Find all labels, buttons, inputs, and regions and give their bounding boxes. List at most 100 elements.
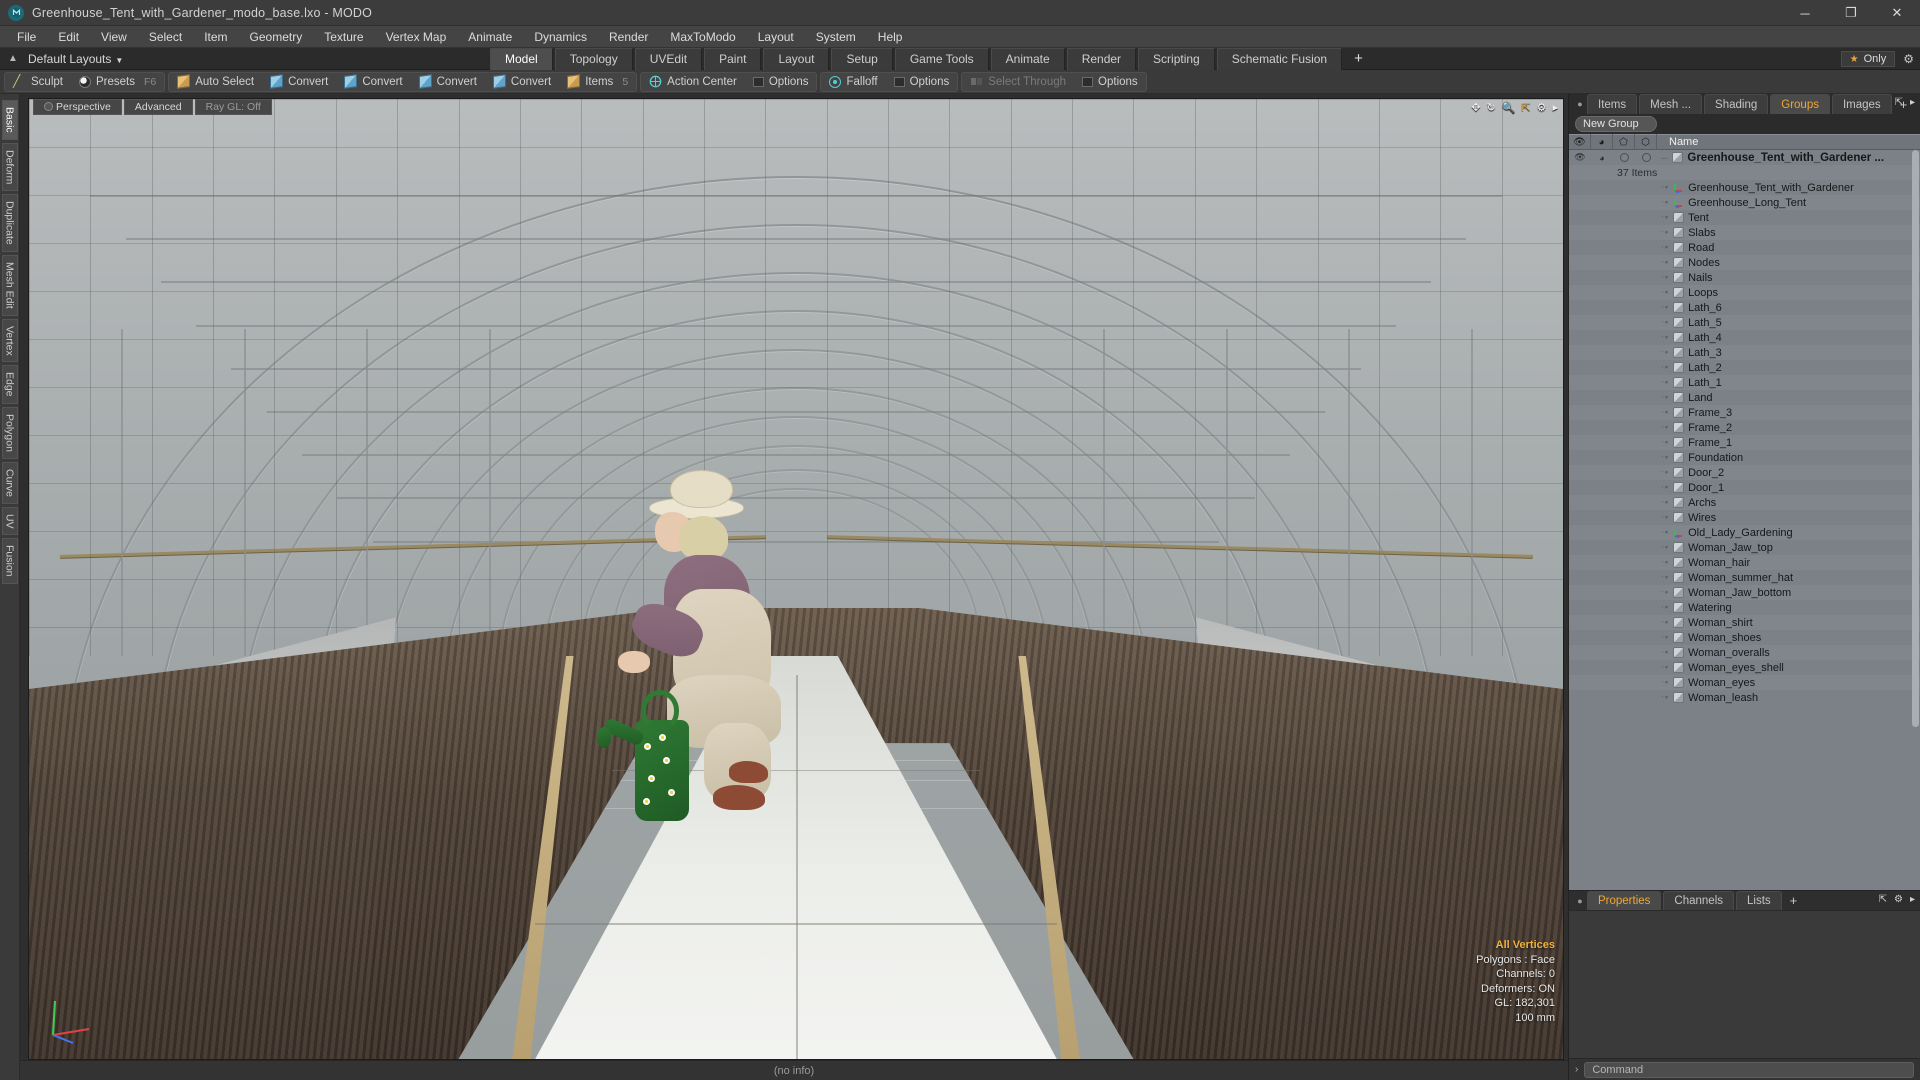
row-visibility-toggle[interactable]	[1569, 180, 1591, 195]
row-shade-toggle[interactable]	[1635, 150, 1657, 165]
row-render-toggle[interactable]	[1591, 270, 1613, 285]
rail-tab-edge[interactable]: Edge	[1, 365, 18, 404]
row-wire-toggle[interactable]	[1613, 645, 1635, 660]
default-layouts-dropdown[interactable]: Default Layouts ▼	[28, 52, 123, 66]
row-wire-toggle[interactable]	[1613, 315, 1635, 330]
chevron-right-icon[interactable]: ▸	[1552, 101, 1558, 114]
rail-tab-mesh-edit[interactable]: Mesh Edit	[1, 254, 18, 316]
row-wire-toggle[interactable]	[1613, 570, 1635, 585]
row-shade-toggle[interactable]	[1635, 675, 1657, 690]
col-shading-icon[interactable]: ⬡	[1635, 134, 1657, 150]
row-render-toggle[interactable]	[1591, 360, 1613, 375]
row-shade-toggle[interactable]	[1635, 210, 1657, 225]
row-render-toggle[interactable]	[1591, 660, 1613, 675]
new-group-button[interactable]: New Group	[1575, 116, 1657, 132]
row-wire-toggle[interactable]	[1613, 270, 1635, 285]
item-row-root[interactable]: 👁 ◕ ─ Greenhouse_Tent_with_Gardener ...	[1569, 150, 1920, 165]
row-visibility-toggle[interactable]	[1569, 555, 1591, 570]
row-visibility-toggle[interactable]	[1569, 300, 1591, 315]
viewport-shading-dropdown[interactable]: Advanced	[123, 99, 193, 115]
row-shade-toggle[interactable]	[1635, 435, 1657, 450]
right-tab-groups[interactable]: Groups	[1770, 94, 1830, 114]
menu-item-help[interactable]: Help	[867, 27, 914, 47]
row-render-toggle[interactable]	[1591, 195, 1613, 210]
item-row[interactable]: ‧▪ Frame_1	[1569, 435, 1920, 450]
item-row[interactable]: ‧▪ Lath_2	[1569, 360, 1920, 375]
item-row[interactable]: ‧▪ Woman_Jaw_top	[1569, 540, 1920, 555]
row-render-toggle[interactable]	[1591, 180, 1613, 195]
layout-tab-model[interactable]: Model	[490, 47, 553, 70]
row-render-toggle[interactable]: ◕	[1591, 150, 1613, 165]
layout-tab-scripting[interactable]: Scripting	[1138, 47, 1215, 70]
row-visibility-toggle[interactable]	[1569, 570, 1591, 585]
row-shade-toggle[interactable]	[1635, 375, 1657, 390]
row-render-toggle[interactable]	[1591, 315, 1613, 330]
item-row[interactable]: ‧▪ Archs	[1569, 495, 1920, 510]
right-tab-items[interactable]: Items	[1587, 94, 1638, 114]
row-wire-toggle[interactable]	[1613, 555, 1635, 570]
row-shade-toggle[interactable]	[1635, 540, 1657, 555]
row-wire-toggle[interactable]	[1613, 375, 1635, 390]
toolbar-button-convert[interactable]: Convert	[336, 73, 410, 91]
item-row[interactable]: ‧▪ Woman_Jaw_bottom	[1569, 585, 1920, 600]
row-shade-toggle[interactable]	[1635, 450, 1657, 465]
row-wire-toggle[interactable]	[1613, 180, 1635, 195]
row-wire-toggle[interactable]	[1613, 450, 1635, 465]
menu-item-view[interactable]: View	[90, 27, 138, 47]
toolbar-button-convert[interactable]: Convert	[262, 73, 336, 91]
row-wire-toggle[interactable]	[1613, 255, 1635, 270]
toolbar-button-sculpt[interactable]: ╱ Sculpt	[5, 73, 71, 91]
row-visibility-toggle[interactable]	[1569, 480, 1591, 495]
row-wire-toggle[interactable]	[1613, 660, 1635, 675]
menu-item-vertex-map[interactable]: Vertex Map	[375, 27, 458, 47]
command-input[interactable]: Command	[1584, 1061, 1914, 1078]
rail-tab-polygon[interactable]: Polygon	[1, 406, 18, 459]
item-row[interactable]: ‧▪ Nails	[1569, 270, 1920, 285]
row-render-toggle[interactable]	[1591, 390, 1613, 405]
toolbar-button-items[interactable]: Items 5	[559, 73, 636, 91]
row-shade-toggle[interactable]	[1635, 240, 1657, 255]
fit-icon[interactable]: ⇱	[1521, 101, 1530, 114]
row-render-toggle[interactable]	[1591, 240, 1613, 255]
minimize-button[interactable]: ─	[1782, 0, 1828, 26]
gear-icon[interactable]: ⚙	[1537, 101, 1547, 114]
row-shade-toggle[interactable]	[1635, 180, 1657, 195]
row-visibility-toggle[interactable]	[1569, 315, 1591, 330]
row-render-toggle[interactable]	[1591, 345, 1613, 360]
row-visibility-toggle[interactable]	[1569, 435, 1591, 450]
viewport-3d[interactable]: Perspective Advanced Ray GL: Off ✥ ↻ 🔍 ⇱…	[28, 98, 1564, 1060]
item-row[interactable]: ‧▪ Land	[1569, 390, 1920, 405]
rail-tab-deform[interactable]: Deform	[1, 142, 18, 192]
row-visibility-toggle[interactable]	[1569, 390, 1591, 405]
item-row[interactable]: ‧▪ Slabs	[1569, 225, 1920, 240]
rail-tab-basic[interactable]: Basic	[1, 100, 18, 140]
expand-icon[interactable]: ⇱	[1879, 894, 1887, 905]
row-wire-toggle[interactable]	[1613, 615, 1635, 630]
row-shade-toggle[interactable]	[1635, 360, 1657, 375]
row-visibility-toggle[interactable]	[1569, 525, 1591, 540]
row-visibility-toggle[interactable]	[1569, 540, 1591, 555]
rail-tab-vertex[interactable]: Vertex	[1, 318, 18, 363]
panel-menu-icon[interactable]: ●	[1573, 94, 1587, 114]
row-visibility-toggle[interactable]	[1569, 330, 1591, 345]
row-render-toggle[interactable]	[1591, 330, 1613, 345]
add-bottom-tab-button[interactable]: +	[1784, 891, 1804, 910]
row-wire-toggle[interactable]	[1613, 510, 1635, 525]
row-render-toggle[interactable]	[1591, 450, 1613, 465]
row-render-toggle[interactable]	[1591, 285, 1613, 300]
item-row[interactable]: ‧▪ Old_Lady_Gardening	[1569, 525, 1920, 540]
row-visibility-toggle[interactable]	[1569, 645, 1591, 660]
row-render-toggle[interactable]	[1591, 420, 1613, 435]
row-wire-toggle[interactable]	[1613, 240, 1635, 255]
row-wire-toggle[interactable]	[1613, 675, 1635, 690]
row-visibility-toggle[interactable]	[1569, 495, 1591, 510]
row-shade-toggle[interactable]	[1635, 225, 1657, 240]
expand-icon[interactable]: ⇱	[1895, 97, 1903, 108]
menu-item-dynamics[interactable]: Dynamics	[523, 27, 598, 47]
item-row[interactable]: ‧▪ Lath_3	[1569, 345, 1920, 360]
col-wireframe-icon[interactable]: ⬠	[1613, 134, 1635, 150]
menu-item-system[interactable]: System	[805, 27, 867, 47]
row-shade-toggle[interactable]	[1635, 510, 1657, 525]
row-visibility-toggle[interactable]	[1569, 255, 1591, 270]
row-shade-toggle[interactable]	[1635, 495, 1657, 510]
